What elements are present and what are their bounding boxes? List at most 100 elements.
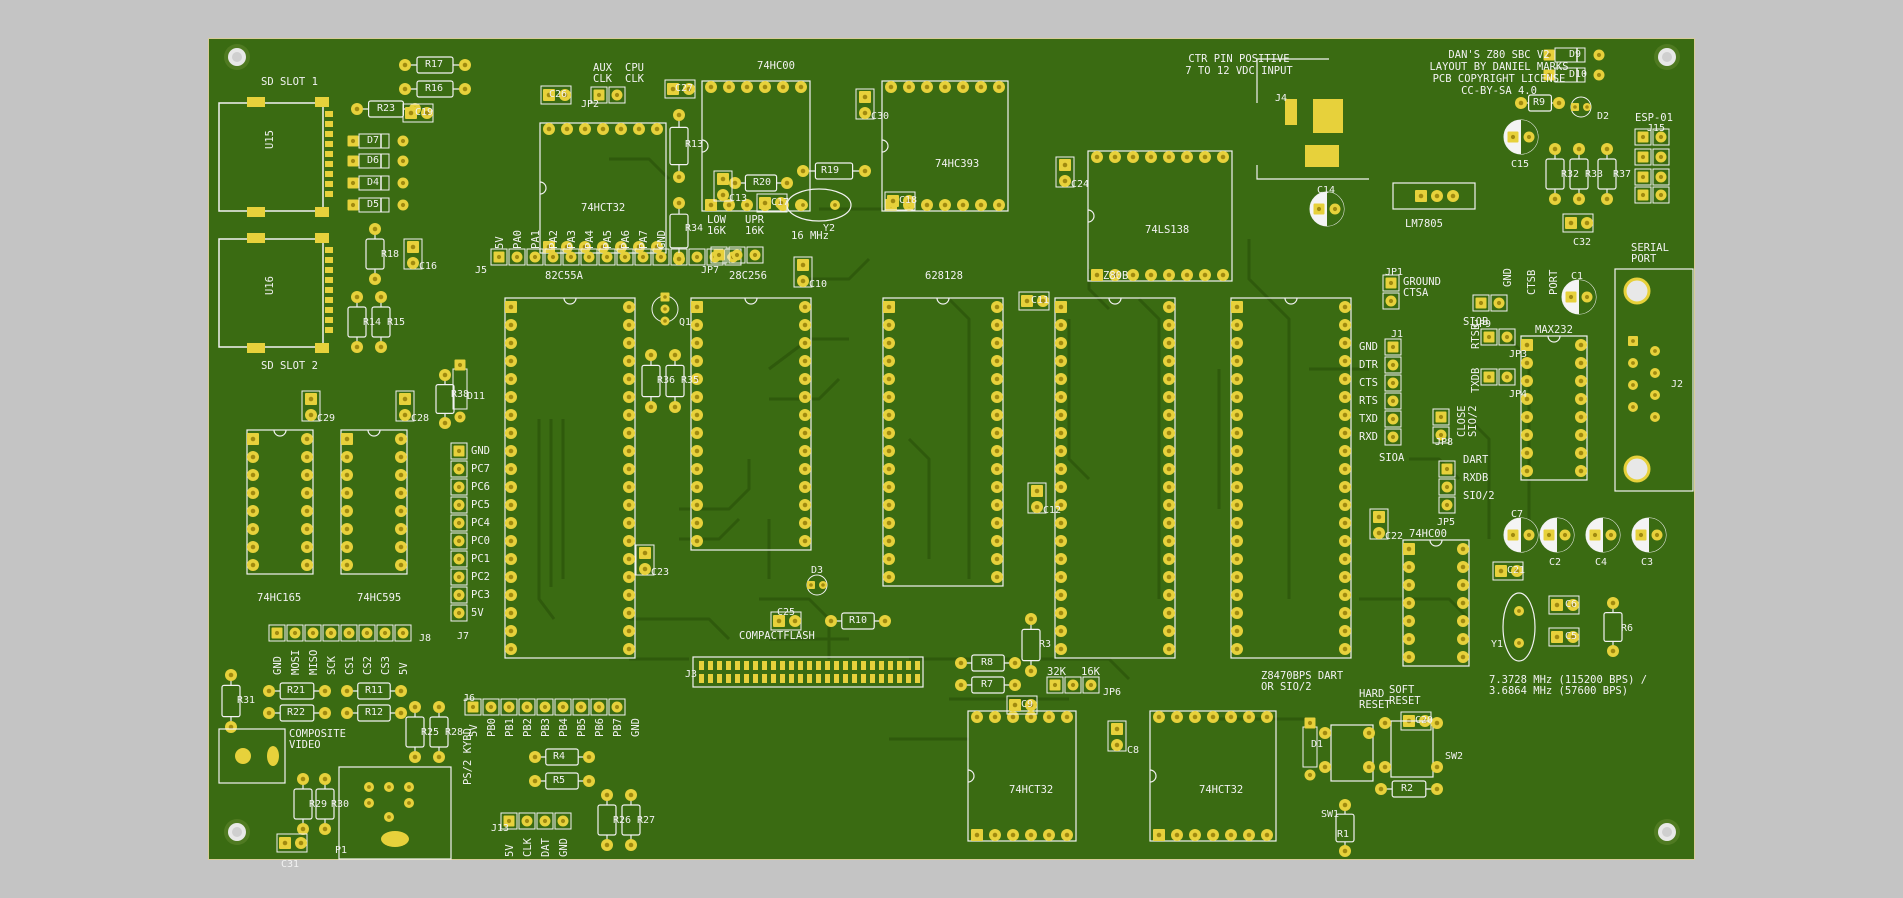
refdes-r36: R36 <box>657 375 676 386</box>
label-j6-pb1: PB1 <box>504 718 516 737</box>
pcb-board: SD SLOT 1 SD SLOT 2 U15 U16 74HC165 74HC595 82… <box>208 38 1695 870</box>
pin-U9-19-hole <box>508 628 514 634</box>
pin-U9-21-hole <box>626 646 632 652</box>
pin-IC2-16-hole <box>1058 574 1064 580</box>
pad-R26-1-hole <box>604 792 610 798</box>
ic-notch-U10 <box>539 181 547 195</box>
refdes-p1: P1 <box>335 845 348 856</box>
pin-J5-7-hole <box>604 254 610 260</box>
label-upr-16k: UPR 16K <box>745 214 764 237</box>
pad-R14-1-hole <box>354 294 360 300</box>
refdes-j1: J1 <box>1391 329 1404 340</box>
pad-R22-2-hole <box>322 710 328 716</box>
pad-R38-1-hole <box>442 372 448 378</box>
pin-IC1-36-hole <box>1342 376 1348 382</box>
refdes-r13: R13 <box>685 139 704 150</box>
pin-IC2-15-hole <box>1058 556 1064 562</box>
label-j7-pc4: PC4 <box>471 517 490 529</box>
pin-IC1-23-hole <box>1342 610 1348 616</box>
pin-U9-18-hole <box>508 610 514 616</box>
pin-U14-9-hole <box>304 562 310 568</box>
label-aux-clk: AUX CLK <box>593 62 612 85</box>
ic-notch-IC2 <box>1108 297 1122 305</box>
pin-U4-26-hole <box>802 340 808 346</box>
pin-U7-6-hole <box>1406 636 1412 642</box>
pin-IC1-16-hole <box>1234 574 1240 580</box>
refdes-j6: J6 <box>463 693 476 704</box>
pin-U6-4-hole <box>1028 832 1034 838</box>
pad-R33-1-hole <box>1576 146 1582 152</box>
pin-U13-3-hole <box>344 472 350 478</box>
pin-U4-7-hole <box>694 412 700 418</box>
pin-J5-10-hole <box>658 254 664 260</box>
pin-U1-14-hole <box>1578 378 1584 384</box>
pin-J15c-2-hole <box>1658 174 1664 180</box>
pad-R11-1-hole <box>344 688 350 694</box>
label-j6-pb5: PB5 <box>576 718 588 737</box>
pad-R28-1-hole <box>436 704 442 710</box>
pad-R10-2-hole <box>882 618 888 624</box>
refdes-c29: C29 <box>317 413 336 424</box>
ic-outline-U14 <box>246 429 314 575</box>
pin-J7-1-hole <box>456 448 462 454</box>
pad-R17-1-hole <box>402 62 408 68</box>
refdes-d2: D2 <box>1597 111 1610 122</box>
pin-U4-9-hole <box>694 448 700 454</box>
pin-U10-12-hole <box>582 126 588 132</box>
pin-U12-13-hole <box>906 84 912 90</box>
label-dart-jumper: DART <box>1463 454 1489 466</box>
pin-U1-2-hole <box>1524 360 1530 366</box>
pin-U3-17-hole <box>994 574 1000 580</box>
pad-R15-2-hole <box>378 344 384 350</box>
pin-JP1-2-hole <box>1388 298 1394 304</box>
pad-R5-1-hole <box>532 778 538 784</box>
pin-U13-11-hole <box>398 526 404 532</box>
refdes-c25: C25 <box>777 607 796 618</box>
pin-U4-18-hole <box>802 484 808 490</box>
label-sioa: SIOA <box>1379 452 1405 464</box>
pin-U12-11-hole <box>942 84 948 90</box>
pin-IC1-20-hole <box>1234 646 1240 652</box>
pin-U9-38-hole <box>626 340 632 346</box>
pin-JP7-1-hole <box>716 252 722 258</box>
refdes-c14: C14 <box>1317 185 1336 196</box>
pad-R27-2-hole <box>628 842 634 848</box>
pin-U14-10-hole <box>304 544 310 550</box>
pin-U13-15-hole <box>398 454 404 460</box>
pad-R18-1-hole <box>372 226 378 232</box>
pin-U3-12-hole <box>886 502 892 508</box>
refdes-jp4: JP4 <box>1509 389 1528 400</box>
pin-U3-11-hole <box>886 484 892 490</box>
pad-R19-2-hole <box>862 168 868 174</box>
pin-U10-8-hole <box>654 126 660 132</box>
pin-U14-13-hole <box>304 490 310 496</box>
pin-U8-13-hole <box>1174 714 1180 720</box>
ic-outline-U9 <box>504 297 636 659</box>
pin-U6-10-hole <box>1010 714 1016 720</box>
refdes-c18: C18 <box>899 195 918 206</box>
pin-J6-2-hole <box>488 704 494 710</box>
label-max232: MAX232 <box>1535 324 1573 336</box>
pad-R12-1-hole <box>344 710 350 716</box>
pin-U9-9-hole <box>508 448 514 454</box>
ic-outline-U4 <box>690 297 812 551</box>
label-74hc595: 74HC595 <box>357 592 402 604</box>
pin-J8-7-hole <box>382 630 388 636</box>
refdes-r32: R32 <box>1561 169 1580 180</box>
pin-U12-7-hole <box>996 202 1002 208</box>
label-j5-5v: 5V <box>494 236 506 249</box>
refdes-r4: R4 <box>553 751 566 762</box>
pin-U4-2-hole <box>694 322 700 328</box>
refdes-jp3: JP3 <box>1509 349 1528 360</box>
pad-R12-2-hole <box>398 710 404 716</box>
trace-30 <box>1067 319 1091 481</box>
pin-IC1-30-hole <box>1342 484 1348 490</box>
pin-U1-6-hole <box>1524 432 1530 438</box>
label-74hc00-right: 74HC00 <box>1409 528 1447 540</box>
pin-IC1-24-hole <box>1342 592 1348 598</box>
trace-11 <box>947 297 971 579</box>
pin-JP2-2-hole <box>614 92 620 98</box>
trace-5 <box>679 517 741 541</box>
pin-U4-24-hole <box>802 376 808 382</box>
refdes-r31: R31 <box>237 695 256 706</box>
